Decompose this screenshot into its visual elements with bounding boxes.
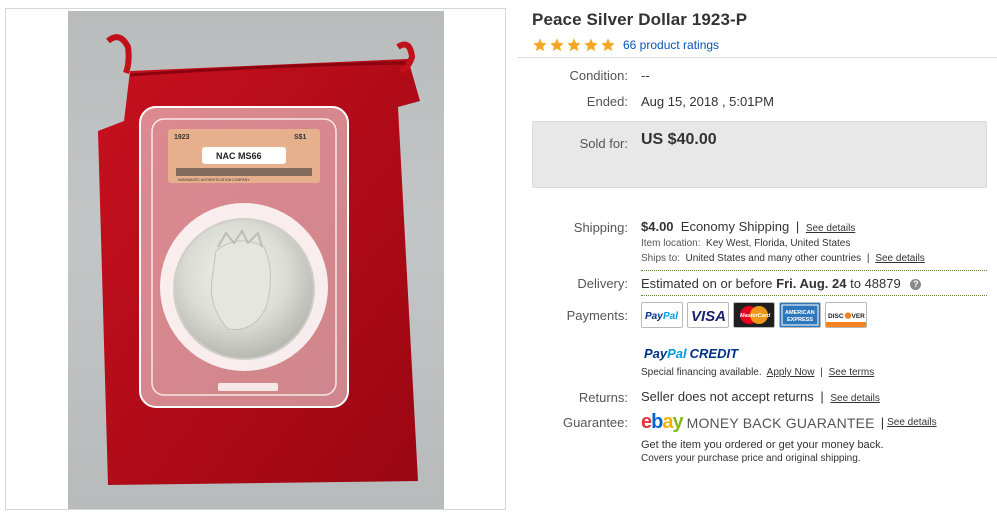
financing-text: Special financing available.	[641, 367, 762, 378]
delivery-label: Delivery:	[577, 276, 628, 291]
guarantee-row: ebay MONEY BACK GUARANTEE | See details	[641, 411, 937, 434]
payments-label: Payments:	[566, 308, 628, 323]
apply-now-link[interactable]: Apply Now	[767, 367, 815, 378]
item-location-key: Item location:	[641, 238, 701, 249]
paypal-credit-pal: Pal	[667, 346, 687, 361]
paypal-credit-pay: Pay	[644, 346, 668, 361]
see-terms-link[interactable]: See terms	[829, 367, 875, 378]
product-rating[interactable]: 66 product ratings	[532, 37, 719, 53]
paypal-logo: Pay Pal	[641, 302, 683, 328]
slab-denomination: S$1	[294, 134, 307, 141]
svg-text:MasterCard: MasterCard	[740, 313, 771, 319]
star-icon	[584, 38, 598, 52]
guarantee-label: Guarantee:	[562, 415, 628, 430]
shipping-label: Shipping:	[573, 220, 628, 235]
svg-text:VER: VER	[852, 313, 866, 320]
separator: |	[866, 253, 870, 264]
separator: |	[820, 389, 824, 404]
ebay-logo-letter: a	[662, 411, 673, 433]
svg-text:DISC: DISC	[828, 313, 844, 320]
separator: |	[820, 367, 823, 378]
shipping-see-details-link[interactable]: See details	[806, 223, 855, 234]
returns-row: Seller does not accept returns | See det…	[641, 389, 880, 404]
payment-methods: Pay Pal VISA MasterCard AMERICAN EXPRESS…	[641, 302, 867, 328]
sold-price-box	[532, 121, 987, 188]
separator: |	[795, 219, 800, 234]
returns-value: Seller does not accept returns	[641, 389, 814, 404]
star-icon	[550, 38, 564, 52]
shipping-row: $4.00 Economy Shipping | See details	[641, 219, 855, 234]
divider	[518, 57, 997, 58]
financing-row: Special financing available. Apply Now |…	[641, 367, 874, 378]
star-rating	[532, 37, 616, 53]
condition-value: --	[641, 68, 650, 83]
delivery-zip: 48879	[864, 276, 901, 291]
star-icon	[601, 38, 615, 52]
slab-grade: NAC MS66	[216, 151, 262, 161]
slab-company: NUMISMATIC AUTHENTICATION COMPANY	[178, 178, 250, 182]
delivery-row: Estimated on or before Fri. Aug. 24 to 4…	[641, 276, 922, 291]
guarantee-line-2: Covers your purchase price and original …	[641, 453, 861, 464]
svg-text:AMERICAN: AMERICAN	[785, 310, 815, 316]
ebay-logo-letter: y	[672, 411, 683, 433]
svg-text:VISA: VISA	[691, 308, 726, 325]
sold-price-value: US $40.00	[641, 131, 717, 148]
coin-slab-image: 1923 S$1 NAC MS66 NUMISMATIC AUTHENTICAT…	[98, 34, 420, 485]
ships-to-see-details-link[interactable]: See details	[875, 253, 924, 264]
shipping-price: $4.00	[641, 219, 674, 234]
returns-label: Returns:	[578, 390, 628, 405]
shipping-method: Economy Shipping	[680, 219, 790, 234]
amex-logo: AMERICAN EXPRESS	[779, 302, 821, 328]
paypal-credit-logo: PayPal CREDIT	[644, 346, 738, 361]
help-icon[interactable]: ?	[910, 279, 922, 291]
ebay-logo-letter: e	[641, 411, 652, 433]
delivery-to: to	[850, 276, 861, 291]
delivery-date: Fri. Aug. 24	[776, 276, 847, 291]
condition-label: Condition:	[569, 68, 628, 83]
sold-for-label: Sold for:	[579, 136, 628, 151]
delivery-prefix: Estimated on or before	[641, 276, 773, 291]
mastercard-logo: MasterCard	[733, 302, 775, 328]
item-photo[interactable]: 1923 S$1 NAC MS66 NUMISMATIC AUTHENTICAT…	[68, 11, 444, 509]
star-icon	[533, 38, 547, 52]
svg-text:EXPRESS: EXPRESS	[787, 317, 813, 323]
item-location-row: Item location: Key West, Florida, United…	[641, 238, 850, 249]
ships-to-row: Ships to: United States and many other c…	[641, 253, 925, 264]
delivery-divider-top	[641, 270, 987, 271]
money-back-guarantee-text: MONEY BACK GUARANTEE	[686, 414, 875, 431]
paypal-credit-credit: CREDIT	[689, 346, 739, 361]
item-location-value: Key West, Florida, United States	[706, 238, 851, 249]
returns-see-details-link[interactable]: See details	[830, 393, 879, 404]
ended-value: Aug 15, 2018 , 5:01PM	[641, 94, 774, 109]
separator: |	[880, 415, 885, 430]
guarantee-line-1: Get the item you ordered or get your mon…	[641, 439, 884, 451]
slab-year: 1923	[174, 134, 190, 141]
item-image-panel[interactable]: 1923 S$1 NAC MS66 NUMISMATIC AUTHENTICAT…	[5, 8, 506, 510]
ships-to-value: United States and many other countries	[685, 253, 862, 264]
product-ratings-link[interactable]: 66 product ratings	[623, 38, 719, 52]
ships-to-key: Ships to:	[641, 253, 680, 264]
visa-logo: VISA	[687, 302, 729, 328]
ended-label: Ended:	[586, 94, 628, 109]
item-title: Peace Silver Dollar 1923-P	[532, 10, 748, 29]
svg-text:Pay: Pay	[645, 311, 663, 322]
star-icon	[567, 38, 581, 52]
ebay-logo-letter: b	[651, 411, 663, 433]
discover-logo: DISC VER	[825, 302, 867, 328]
guarantee-see-details-link[interactable]: See details	[887, 417, 936, 428]
svg-text:Pal: Pal	[663, 311, 678, 322]
ebay-logo: ebay	[641, 411, 684, 434]
delivery-divider-bottom	[641, 295, 987, 296]
